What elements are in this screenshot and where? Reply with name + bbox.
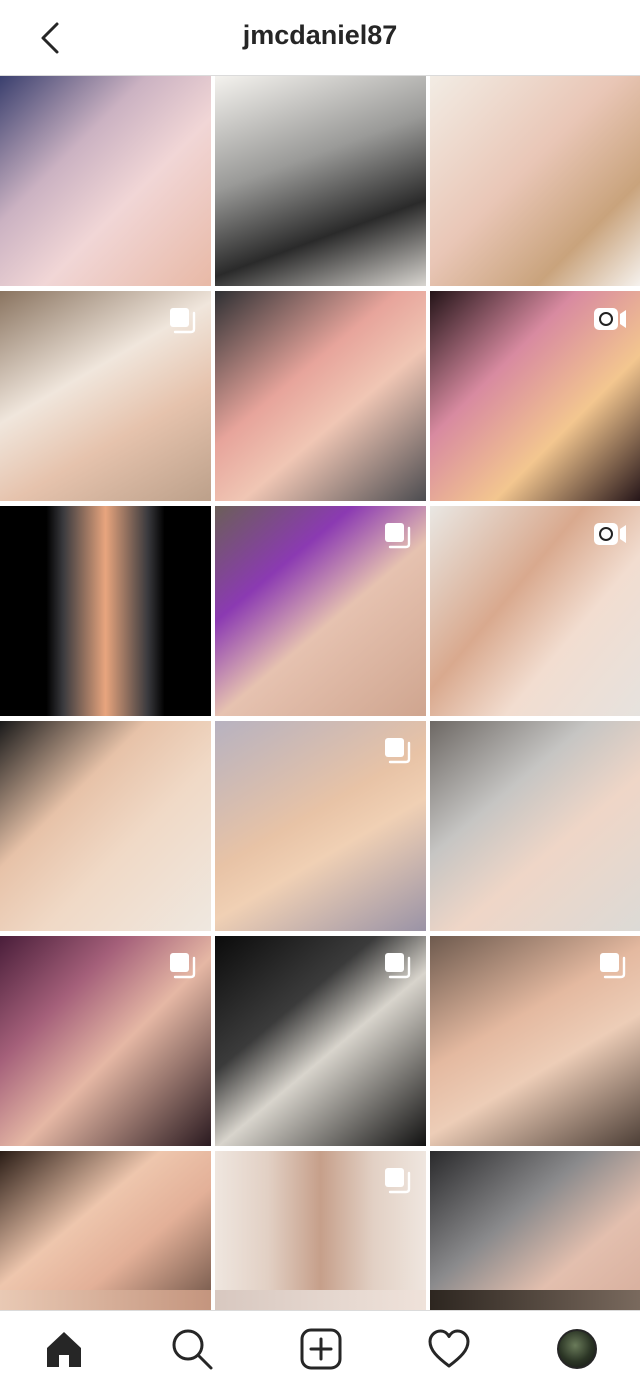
post-image xyxy=(215,291,426,501)
carousel-icon xyxy=(600,953,626,979)
carousel-icon xyxy=(385,738,411,764)
post-image xyxy=(215,76,426,286)
post-grid-row xyxy=(0,721,640,931)
post-thumbnail[interactable] xyxy=(0,1290,211,1310)
avatar xyxy=(557,1329,597,1369)
carousel-icon xyxy=(385,523,411,549)
post-thumbnail[interactable] xyxy=(0,291,211,501)
search-icon xyxy=(172,1329,213,1370)
post-thumbnail[interactable] xyxy=(430,291,640,501)
post-thumbnail[interactable] xyxy=(0,721,211,931)
username-title: jmcdaniel87 xyxy=(242,20,398,50)
post-image xyxy=(0,76,211,286)
top-nav-bar: jmcdaniel87 xyxy=(0,0,640,76)
post-thumbnail[interactable] xyxy=(0,936,211,1146)
chevron-left-icon xyxy=(41,22,59,54)
tab-activity[interactable] xyxy=(425,1325,473,1373)
post-thumbnail[interactable] xyxy=(215,1290,426,1310)
carousel-icon xyxy=(385,1168,411,1194)
post-grid-row xyxy=(0,291,640,501)
bottom-tab-bar xyxy=(0,1310,640,1386)
post-thumbnail[interactable] xyxy=(215,506,426,716)
post-image xyxy=(430,76,640,286)
heart-icon xyxy=(428,1329,470,1368)
post-thumbnail[interactable] xyxy=(430,936,640,1146)
tab-profile[interactable] xyxy=(553,1325,601,1373)
tab-new-post[interactable] xyxy=(297,1325,345,1373)
post-thumbnail[interactable] xyxy=(430,506,640,716)
post-image xyxy=(0,721,211,931)
post-thumbnail[interactable] xyxy=(215,721,426,931)
back-button[interactable] xyxy=(30,18,70,58)
post-grid-row xyxy=(0,936,640,1146)
post-thumbnail[interactable] xyxy=(215,936,426,1146)
post-grid-row xyxy=(0,506,640,716)
post-thumbnail[interactable] xyxy=(0,76,211,286)
plus-square-icon xyxy=(300,1328,342,1370)
video-icon xyxy=(594,308,626,330)
home-icon xyxy=(47,1332,81,1367)
post-thumbnail[interactable] xyxy=(430,721,640,931)
post-thumbnail[interactable] xyxy=(215,76,426,286)
post-grid-row xyxy=(0,76,640,286)
post-thumbnail[interactable] xyxy=(430,1290,640,1310)
post-thumbnail[interactable] xyxy=(215,291,426,501)
carousel-icon xyxy=(385,953,411,979)
profile-posts-screen: jmcdaniel87 xyxy=(0,0,640,1386)
tab-home[interactable] xyxy=(40,1325,88,1373)
video-icon xyxy=(594,523,626,545)
carousel-icon xyxy=(170,308,196,334)
post-thumbnail[interactable] xyxy=(430,76,640,286)
post-image xyxy=(430,721,640,931)
post-image xyxy=(0,506,211,716)
post-thumbnail[interactable] xyxy=(0,506,211,716)
post-grid-partial-row xyxy=(0,1290,640,1310)
carousel-icon xyxy=(170,953,196,979)
tab-search[interactable] xyxy=(168,1325,216,1373)
